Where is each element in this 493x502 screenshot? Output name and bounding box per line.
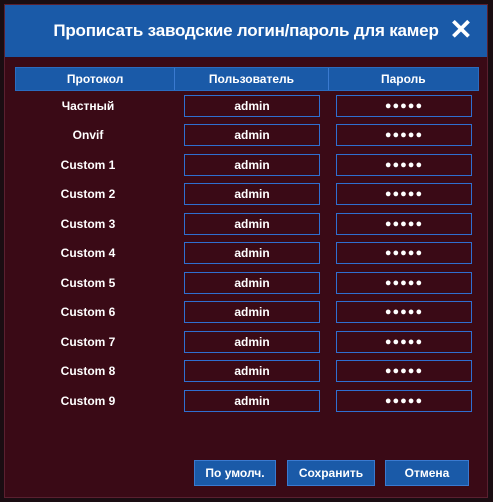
user-field[interactable]: admin (184, 124, 320, 147)
user-field[interactable]: admin (184, 330, 320, 353)
password-field[interactable]: ●●●●● (336, 330, 472, 353)
table-body: Частный admin ●●●●● Onvif admin ●●●●● Custom 1… (15, 91, 479, 416)
user-field[interactable]: admin (184, 301, 320, 324)
user-field[interactable]: admin (184, 271, 320, 294)
password-field[interactable]: ●●●●● (336, 242, 472, 265)
protocol-label: Custom 6 (60, 305, 116, 320)
user-field[interactable]: admin (184, 360, 320, 383)
password-field[interactable]: ●●●●● (336, 301, 472, 324)
password-field[interactable]: ●●●●● (336, 212, 472, 235)
user-field[interactable]: admin (184, 242, 320, 265)
password-field[interactable]: ●●●●● (336, 360, 472, 383)
table-row: Custom 6 admin ●●●●● (15, 298, 479, 328)
close-icon[interactable]: ✕ (447, 15, 475, 45)
header-protocol: Протокол (16, 68, 176, 90)
password-field[interactable]: ●●●●● (336, 153, 472, 176)
user-field[interactable]: admin (184, 94, 320, 117)
protocol-label: Custom 3 (60, 216, 116, 231)
table-row: Custom 5 admin ●●●●● (15, 268, 479, 298)
protocol-label: Custom 7 (60, 334, 116, 349)
user-field[interactable]: admin (184, 212, 320, 235)
protocol-label: Custom 2 (60, 187, 116, 202)
table-row: Частный admin ●●●●● (15, 91, 479, 121)
header-user: Пользователь (175, 68, 329, 90)
save-button[interactable]: Сохранить (287, 460, 375, 486)
credentials-table: Протокол Пользователь Пароль Частный admi… (15, 67, 479, 416)
password-field[interactable]: ●●●●● (336, 183, 472, 206)
password-field[interactable]: ●●●●● (336, 94, 472, 117)
table-row: Custom 8 admin ●●●●● (15, 357, 479, 387)
table-row: Custom 2 admin ●●●●● (15, 180, 479, 210)
table-row: Custom 9 admin ●●●●● (15, 386, 479, 416)
protocol-label: Custom 4 (60, 246, 116, 261)
protocol-label: Custom 5 (60, 275, 116, 290)
table-row: Onvif admin ●●●●● (15, 121, 479, 151)
dialog-titlebar: Прописать заводские логин/пароль для кам… (5, 5, 487, 57)
dialog-title: Прописать заводские логин/пароль для кам… (53, 21, 439, 40)
cancel-button[interactable]: Отмена (385, 460, 469, 486)
password-field[interactable]: ●●●●● (336, 124, 472, 147)
login-password-dialog: Прописать заводские логин/пароль для кам… (4, 4, 488, 498)
protocol-label: Custom 9 (60, 393, 116, 408)
user-field[interactable]: admin (184, 153, 320, 176)
table-header: Протокол Пользователь Пароль (15, 67, 479, 91)
table-row: Custom 3 admin ●●●●● (15, 209, 479, 239)
table-row: Custom 1 admin ●●●●● (15, 150, 479, 180)
protocol-label: Частный (61, 98, 115, 113)
header-password: Пароль (380, 72, 426, 86)
user-field[interactable]: admin (184, 183, 320, 206)
table-row: Custom 4 admin ●●●●● (15, 239, 479, 269)
table-row: Custom 7 admin ●●●●● (15, 327, 479, 357)
password-field[interactable]: ●●●●● (336, 389, 472, 412)
protocol-label: Custom 1 (60, 157, 116, 172)
password-field[interactable]: ●●●●● (336, 271, 472, 294)
protocol-label: Custom 8 (60, 364, 116, 379)
default-button[interactable]: По умолч. (194, 460, 276, 486)
user-field[interactable]: admin (184, 389, 320, 412)
protocol-label: Onvif (72, 128, 104, 143)
